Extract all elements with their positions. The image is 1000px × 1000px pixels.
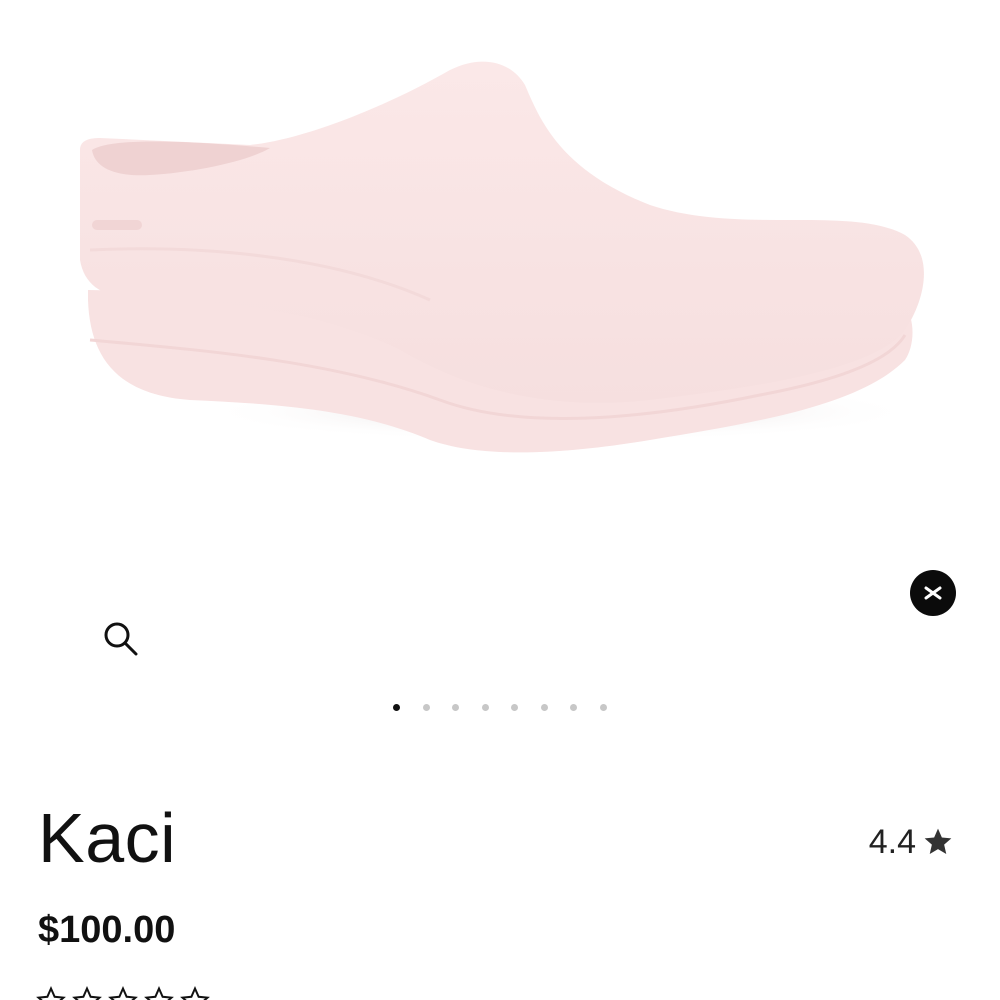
carousel-dot[interactable] [570,703,577,711]
review-stars-row[interactable] [36,986,216,1000]
star-outline-icon [36,986,66,1000]
carousel-dot[interactable] [452,703,459,711]
image-carousel-dots [393,702,607,712]
product-title: Kaci [38,799,177,877]
star-outline-icon [72,986,102,1000]
carousel-dot[interactable] [481,703,489,711]
product-price: $100.00 [38,909,176,951]
close-button[interactable] [910,570,956,616]
star-icon [924,828,952,854]
star-outline-icon [144,986,174,1000]
product-page: Kaci 4.4 $100.00 [0,0,1000,1000]
carousel-dot[interactable] [422,703,430,711]
product-image[interactable] [0,0,1000,560]
carousel-dot[interactable] [393,703,400,711]
close-icon [924,586,942,600]
magnifier-icon [104,622,138,656]
carousel-dot[interactable] [540,703,548,711]
star-outline-icon [180,986,210,1000]
rating-value: 4.4 [868,823,916,861]
carousel-dot[interactable] [599,703,607,711]
carousel-dot[interactable] [511,703,518,711]
zoom-button[interactable] [100,618,142,660]
star-outline-icon [108,986,138,1000]
rating-summary[interactable]: 4.4 [869,820,954,864]
